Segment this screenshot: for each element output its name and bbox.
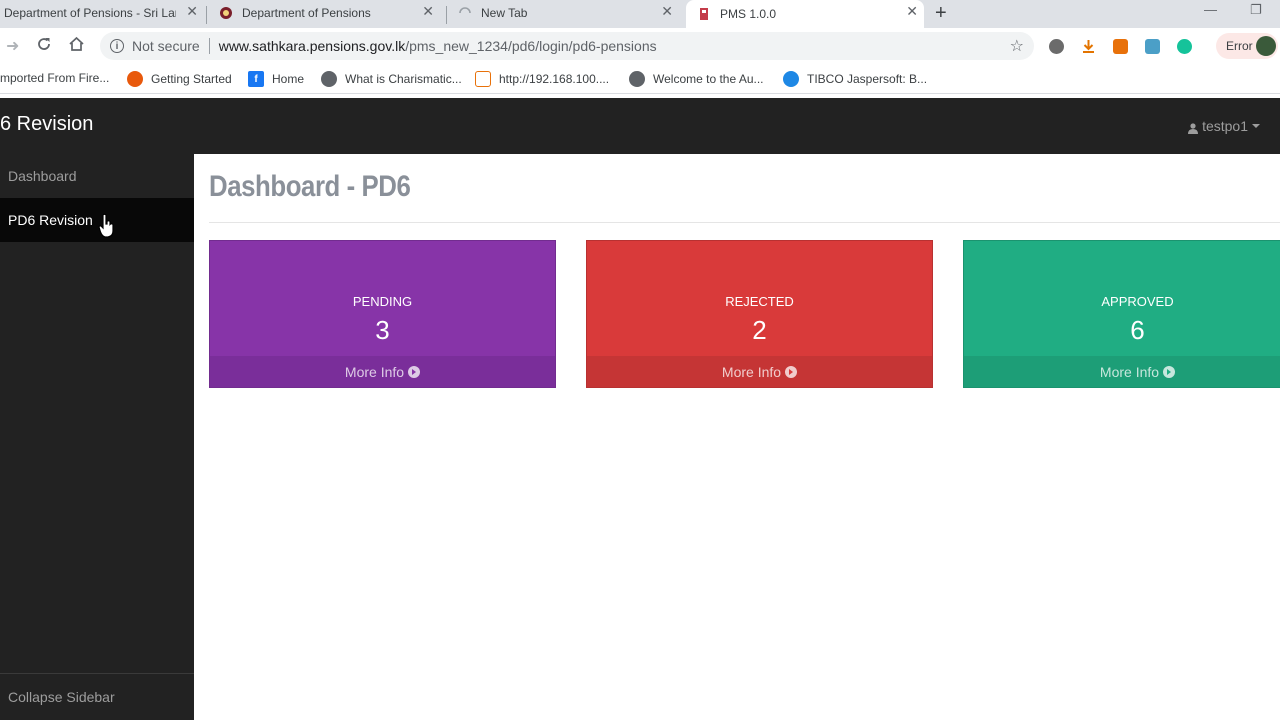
url-host: www.sathkara.pensions.gov.lk [218,38,406,54]
browser-toolbar: ➜ i Not secure www.sathkara.pensions.gov… [0,28,1280,64]
tab-title: PMS 1.0.0 [720,7,777,21]
minimize-window-button[interactable]: — [1204,2,1217,17]
user-menu-dropdown[interactable]: testpo1 [1188,118,1260,134]
card-label: APPROVED [1101,294,1174,309]
image-extension-icon[interactable] [1145,39,1160,54]
tab-title: New Tab [481,5,528,20]
jaspersoft-icon [783,71,799,87]
bookmark-getting-started[interactable]: Getting Started [127,71,232,87]
page-title: Dashboard - PD6 [209,170,411,203]
facebook-icon: f [248,71,264,87]
card-count: 6 [1130,315,1145,345]
arrow-circle-right-icon [785,365,798,378]
close-icon[interactable]: ✕ [661,3,673,20]
bookmark-charismatic[interactable]: What is Charismatic... [321,71,462,87]
approved-card: APPROVED 6 More Info [963,240,1280,388]
tab-pms-active[interactable]: PMS 1.0.0 ✕ [686,0,924,28]
collapse-sidebar-button[interactable]: Collapse Sidebar [0,673,196,720]
title-divider [209,222,1280,223]
rejected-card: REJECTED 2 More Info [586,240,933,388]
bookmark-label: http://192.168.100.... [499,72,610,86]
sidebar-item-label: PD6 Revision [8,212,93,228]
bookmark-label: mported From Fire... [0,71,110,85]
tab-title: Department of Pensions [242,5,371,20]
reload-icon[interactable] [36,36,52,57]
app-brand[interactable]: 6 Revision [0,113,93,136]
profile-avatar [1256,36,1276,56]
bookmark-local-ip[interactable]: http://192.168.100.... [475,71,609,87]
bookmark-label: Welcome to the Au... [653,72,764,86]
loading-spinner-icon [457,5,473,21]
pms-favicon-icon [696,6,712,22]
download-icon[interactable] [1081,39,1096,54]
profile-status: Error [1226,39,1253,53]
wordpress-extension-icon[interactable] [1049,39,1064,54]
username: testpo1 [1202,118,1248,134]
restore-window-button[interactable]: ❐ [1250,2,1262,18]
card-count: 2 [752,315,767,345]
sidebar-item-label: Dashboard [8,168,77,184]
more-info-link[interactable]: More Info [587,356,932,387]
more-info-link[interactable]: More Info [210,356,555,387]
bookmark-home[interactable]: f Home [248,71,304,87]
bookmark-label: TIBCO Jaspersoft: B... [807,72,928,86]
arrow-circle-right-icon [1163,365,1176,378]
close-icon[interactable]: ✕ [422,3,434,20]
grammarly-extension-icon[interactable] [1177,39,1192,54]
more-info-label: More Info [1099,363,1160,380]
more-info-link[interactable]: More Info [964,356,1280,387]
bookmark-star-icon[interactable]: ☆ [1010,36,1024,56]
globe-icon [321,71,337,87]
tab-separator [206,6,207,24]
more-info-label: More Info [721,363,782,380]
bookmark-label: What is Charismatic... [345,72,462,86]
tab-pensions-sri-lanka[interactable]: Department of Pensions - Sri Lan ✕ [4,0,204,25]
tab-separator [446,6,447,24]
pending-card: PENDING 3 More Info [209,240,556,388]
profile-error-button[interactable]: Error [1216,33,1278,59]
collapse-sidebar-label: Collapse Sidebar [8,689,115,705]
card-count: 3 [375,315,390,345]
bookmark-imported-from-firefox[interactable]: mported From Fire... [0,71,109,85]
more-info-label: More Info [344,363,405,380]
hand-cursor-icon [98,213,114,238]
sidebar-item-pd6-revision[interactable]: PD6 Revision [0,198,194,242]
bookmarks-bar: mported From Fire... Getting Started f H… [0,64,1280,94]
address-bar[interactable]: i Not secure www.sathkara.pensions.gov.l… [100,32,1034,60]
bookmark-label: Home [272,72,305,86]
app-navbar: 6 Revision testpo1 [0,98,1280,154]
bookmark-tibco-jaspersoft[interactable]: TIBCO Jaspersoft: B... [783,71,927,87]
xampp-icon [475,71,491,87]
tab-new-tab[interactable]: New Tab ✕ [457,0,679,25]
url-path: /pms_new_1234/pd6/login/pd6-pensions [405,38,657,54]
firefox-icon [127,71,143,87]
office-extension-icon[interactable] [1113,39,1128,54]
bookmark-label: Getting Started [151,72,232,86]
user-icon [1188,121,1199,134]
tab-title: Department of Pensions - Sri Lan [4,5,176,20]
security-label: Not secure [132,38,200,54]
card-label: REJECTED [725,294,794,309]
omnibox-divider [208,38,210,54]
sidebar: Dashboard PD6 Revision Collapse Sidebar [0,154,196,720]
sidebar-item-dashboard[interactable]: Dashboard [0,154,194,198]
info-icon[interactable]: i [110,39,124,53]
close-icon[interactable]: ✕ [186,3,198,20]
home-icon[interactable] [68,36,85,57]
close-icon[interactable]: ✕ [906,3,918,20]
globe-icon [629,71,645,87]
bookmark-welcome[interactable]: Welcome to the Au... [629,71,764,87]
card-label: PENDING [352,294,413,309]
forward-arrow-icon[interactable]: ➜ [6,36,19,56]
arrow-circle-right-icon [408,365,421,378]
new-tab-button[interactable]: + [935,2,947,25]
main-content: Dashboard - PD6 PENDING 3 More Info REJE… [194,154,1280,720]
pensions-favicon-icon [218,5,234,21]
caret-down-icon [1252,124,1260,128]
tab-department-of-pensions[interactable]: Department of Pensions ✕ [218,0,440,25]
